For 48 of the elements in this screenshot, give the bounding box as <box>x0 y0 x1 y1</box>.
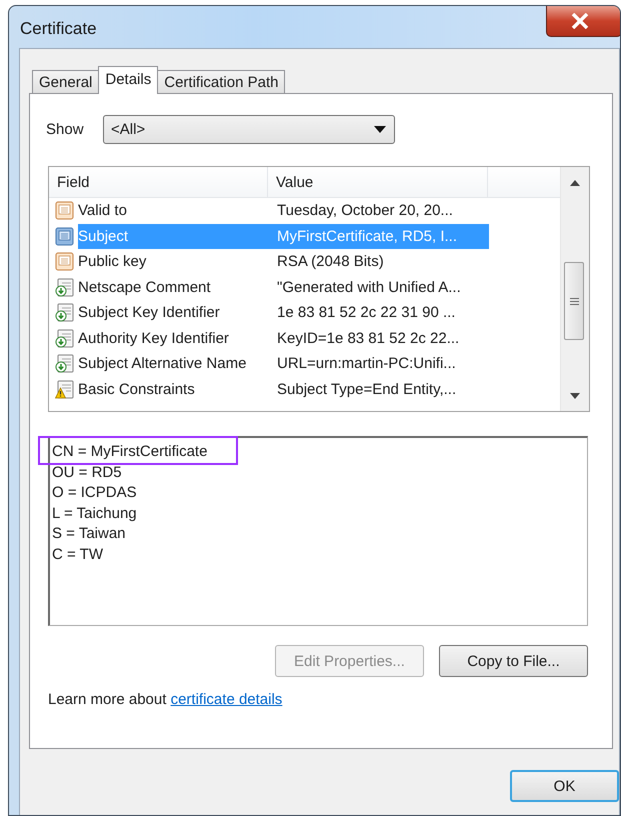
ok-button[interactable]: OK <box>510 770 619 802</box>
field-value: KeyID=1e 83 81 52 2c 22... <box>276 328 460 349</box>
dropdown-arrow-icon <box>374 126 386 133</box>
download-document-icon <box>55 303 74 322</box>
show-label: Show <box>46 121 85 138</box>
document-icon <box>55 252 74 272</box>
column-header[interactable]: Field <box>49 167 268 197</box>
warning-document-icon <box>55 380 74 399</box>
column-header[interactable]: Value <box>268 167 488 197</box>
field-value: RSA (2048 Bits) <box>276 252 385 272</box>
certificate-details-link[interactable]: certificate details <box>170 691 282 708</box>
field-name: Subject Key Identifier <box>78 303 221 324</box>
download-document-icon <box>55 354 74 374</box>
document-icon <box>55 226 74 246</box>
copy-to-file-button[interactable]: Copy to File... <box>439 645 588 677</box>
field-value: MyFirstCertificate, RD5, I... <box>276 226 458 247</box>
field-value: Subject Type=End Entity,... <box>276 380 458 400</box>
window-title: Certificate <box>20 19 97 39</box>
detail-line: S = Taiwan <box>51 524 126 544</box>
detail-line: C = TW <box>51 544 103 564</box>
scroll-down-icon[interactable] <box>570 393 580 399</box>
download-document-icon <box>55 278 74 297</box>
field-name: Basic Constraints <box>78 380 196 400</box>
tab[interactable]: General <box>32 70 100 93</box>
close-icon <box>571 13 589 29</box>
field-name: Subject Alternative Name <box>78 354 248 374</box>
scroll-up-icon[interactable] <box>570 180 580 186</box>
field-name: Netscape Comment <box>78 278 212 298</box>
field-value: 1e 83 81 52 2c 22 31 90 ... <box>276 303 456 324</box>
show-dropdown[interactable]: <All> <box>103 115 395 144</box>
field-name: Authority Key Identifier <box>78 328 230 349</box>
detail-line: OU = RD5 <box>51 462 122 482</box>
download-document-icon <box>55 328 74 348</box>
learn-more-text: Learn more about certificate details <box>48 691 284 708</box>
field-name: Public key <box>78 252 148 272</box>
detail-line: O = ICPDAS <box>51 483 137 503</box>
document-icon <box>55 201 74 220</box>
field-name: Subject <box>78 226 130 247</box>
field-value: Tuesday, October 20, 20... <box>276 201 454 222</box>
tab[interactable]: Certification Path <box>157 70 286 93</box>
close-button[interactable] <box>546 6 620 37</box>
field-name: Valid to <box>78 201 128 222</box>
scrollbar-thumb[interactable] <box>564 262 584 340</box>
field-value: "Generated with Unified A... <box>276 278 462 298</box>
detail-line: L = Taichung <box>51 504 137 524</box>
field-value: URL=urn:martin-PC:Unifi... <box>276 354 457 374</box>
tab[interactable]: Details <box>98 66 158 94</box>
detail-line: CN = MyFirstCertificate <box>51 442 208 462</box>
